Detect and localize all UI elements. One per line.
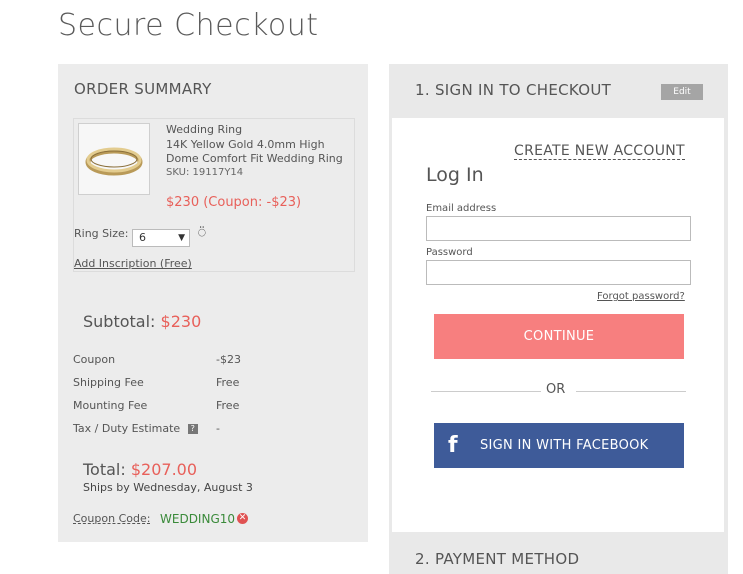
password-field[interactable] [426,260,691,285]
facebook-button-label: SIGN IN WITH FACEBOOK [480,438,649,453]
coupon-code-label[interactable]: Coupon Code: [73,512,150,525]
ring-size-help-icon[interactable]: ⍥ [198,226,206,241]
chevron-down-icon: ▼ [178,233,185,243]
coupon-row-label: Coupon [73,353,116,366]
or-divider-left [431,391,541,392]
tax-estimate-label: Tax / Duty Estimate ? [73,422,198,435]
mounting-fee-label: Mounting Fee [73,399,148,412]
order-total: Total: $207.00 [83,460,197,479]
ring-size-select[interactable]: 6 ▼ [132,229,190,247]
ship-date: Ships by Wednesday, August 3 [83,481,253,494]
sign-in-form: CREATE NEW ACCOUNT Log In Email address … [392,118,724,532]
total-value: $207.00 [130,460,198,479]
product-item: Wedding Ring 14K Yellow Gold 4.0mm High … [73,118,355,272]
or-label: OR [546,382,566,397]
subtotal-label: Subtotal: [83,312,156,331]
coupon-code-value: WEDDING10 [160,512,236,526]
shipping-fee-value: Free [216,376,240,389]
facebook-sign-in-button[interactable]: f SIGN IN WITH FACEBOOK [434,423,684,468]
mounting-fee-value: Free [216,399,240,412]
forgot-password-link[interactable]: Forgot password? [597,291,685,302]
create-account-link[interactable]: CREATE NEW ACCOUNT [514,143,685,160]
continue-button[interactable]: CONTINUE [434,314,684,359]
subtotal-value: $230 [160,312,202,331]
order-summary-title: ORDER SUMMARY [74,80,212,98]
order-summary-panel: ORDER SUMMARY Wedding Ring 14K Yellow Go… [58,64,368,542]
product-name: Wedding Ring [166,123,243,136]
edit-button[interactable]: Edit [661,84,703,100]
page-title: Secure Checkout [58,8,319,43]
ring-size-label: Ring Size: [74,227,129,240]
total-label: Total: [83,460,126,479]
add-inscription-link[interactable]: Add Inscription (Free) [74,257,192,270]
product-sku: SKU: 19117Y14 [166,167,244,178]
or-divider-right [576,391,686,392]
subtotal: Subtotal: $230 [83,312,201,331]
login-heading: Log In [426,164,484,186]
facebook-icon: f [448,433,458,458]
payment-step-title: 2. PAYMENT METHOD [415,550,580,568]
product-price: $230 (Coupon: -$23) [166,195,302,210]
product-description: 14K Yellow Gold 4.0mm High Dome Comfort … [166,138,343,165]
email-label: Email address [426,203,497,214]
help-icon[interactable]: ? [187,424,198,434]
sign-in-panel: 1. SIGN IN TO CHECKOUT Edit CREATE NEW A… [389,64,728,534]
password-label: Password [426,247,473,258]
remove-coupon-icon[interactable]: ✕ [237,513,248,524]
email-field[interactable] [426,216,691,241]
coupon-row-value: -$23 [216,353,241,366]
ring-size-value: 6 [139,231,146,244]
ring-image [85,147,143,176]
payment-method-panel[interactable]: 2. PAYMENT METHOD [389,534,728,574]
tax-estimate-text: Tax / Duty Estimate [73,422,181,435]
shipping-fee-label: Shipping Fee [73,376,144,389]
product-image[interactable] [78,123,150,195]
tax-estimate-value: - [216,422,220,435]
sign-in-step-title: 1. SIGN IN TO CHECKOUT [415,81,612,99]
